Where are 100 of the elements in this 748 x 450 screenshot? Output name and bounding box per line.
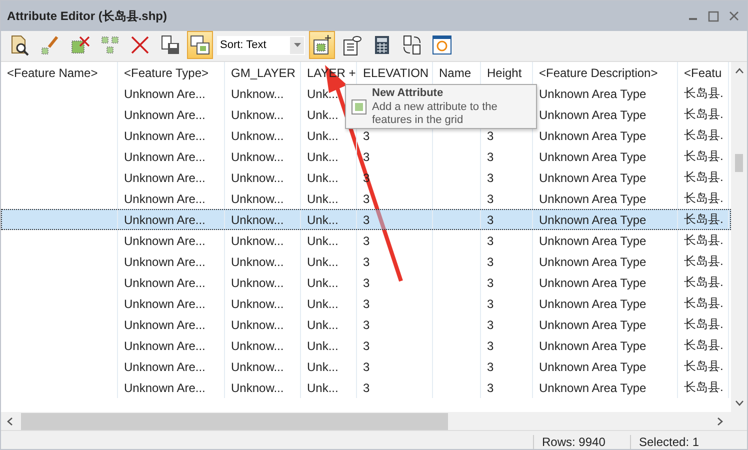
scroll-up-icon[interactable] (734, 68, 744, 74)
table-cell: Unk... (307, 254, 338, 268)
table-row[interactable]: Unknown Are... Unknow... Unk... 3 3 Unknown Area Type 长岛县. (1, 377, 731, 398)
scrollbar-thumb[interactable] (21, 412, 448, 430)
table-cell: Unknown Are... (124, 338, 206, 352)
table-cell: Unknown Are... (124, 254, 206, 268)
column-header[interactable]: ELEVATION (363, 66, 429, 80)
table-row[interactable]: Unknown Are... Unknow... Unk... 3 3 Unknown Area Type 长岛县. (1, 272, 731, 293)
maximize-icon[interactable] (708, 10, 719, 22)
column-header[interactable]: Height (487, 66, 522, 80)
save-icon (159, 34, 181, 56)
table-cell: Unknow... (231, 108, 284, 122)
table-cell: 3 (363, 276, 370, 290)
table-cell: Unknow... (231, 212, 284, 226)
table-row[interactable]: Unknown Are... Unknow... Unk... 3 3 Unknown Area Type 长岛县. (1, 251, 731, 272)
table-cell: Unknown Area Type (539, 276, 646, 290)
attribute-icon (351, 99, 367, 115)
new-attribute-button[interactable] (309, 31, 335, 59)
table-cell: Unk... (307, 318, 338, 332)
table-cell: Unknown Area Type (539, 234, 646, 248)
table-cell: 3 (363, 338, 370, 352)
table-row[interactable]: Unknown Are... Unknow... Unk... 3 3 Unknown Area Type 长岛县. (1, 230, 731, 251)
table-row[interactable]: Unknown Are... Unknow... Unk... 3 3 Unknown Area Type 长岛县. (1, 335, 731, 356)
table-cell: 3 (487, 296, 494, 310)
scroll-left-icon[interactable] (7, 416, 13, 426)
delete-feature-icon (69, 34, 91, 56)
table-row[interactable]: Unknown Are... Unknow... Unk... 3 3 Unknown Area Type 长岛县. (1, 146, 731, 167)
vertical-scrollbar[interactable] (731, 62, 747, 412)
column-header[interactable]: Name (439, 66, 472, 80)
column-header[interactable]: <Featu (684, 66, 722, 80)
table-row[interactable]: Unknown Are... Unknow... Unk... 3 3 Unknown Area Type 长岛县. (1, 293, 731, 314)
new-attribute-icon (311, 34, 333, 56)
table-row[interactable]: Unknown Are... Unknow... Unk... 3 3 Unknown Area Type 长岛县. (1, 188, 731, 209)
table-cell: 长岛县. (684, 127, 724, 144)
table-cell: 3 (363, 360, 370, 374)
table-cell: Unknow... (231, 318, 284, 332)
scroll-down-icon[interactable] (734, 400, 744, 406)
table-row[interactable]: Unknown Are... Unknow... Unk... 3 3 Unknown Area Type 长岛县. (1, 314, 731, 335)
table-cell: 3 (487, 170, 494, 184)
table-cell: 长岛县. (684, 211, 724, 228)
table-cell: Unk... (307, 170, 338, 184)
table-cell: 3 (487, 380, 494, 394)
table-cell: 3 (487, 128, 494, 142)
table-cell: Unk... (307, 212, 338, 226)
table-cell: 3 (363, 128, 370, 142)
table-cell: Unknow... (231, 150, 284, 164)
table-cell: Unknown Are... (124, 234, 206, 248)
table-cell: Unknown Are... (124, 380, 206, 394)
table-cell: Unknown Area Type (539, 150, 646, 164)
dropdown-arrow-icon[interactable] (294, 43, 300, 47)
table-cell: Unknown Area Type (539, 338, 646, 352)
table-cell: 长岛县. (684, 85, 724, 102)
table-cell: 长岛县. (684, 190, 724, 207)
sort-dropdown[interactable]: Sort: Text (217, 36, 305, 54)
table-cell: Unknow... (231, 338, 284, 352)
table-cell: Unknow... (231, 234, 284, 248)
column-header[interactable]: <Feature Name> (7, 66, 98, 80)
table-cell: Unknow... (231, 380, 284, 394)
layout-icon (189, 34, 211, 56)
table-cell: Unknown Are... (124, 212, 206, 226)
column-header[interactable]: GM_LAYER (231, 66, 296, 80)
table-cell: Unknow... (231, 254, 284, 268)
table-cell: Unknow... (231, 276, 284, 290)
table-cell: 3 (487, 150, 494, 164)
table-cell: 3 (363, 318, 370, 332)
table-cell: 3 (487, 360, 494, 374)
table-cell: Unk... (307, 128, 338, 142)
table-cell: Unknown Area Type (539, 108, 646, 122)
table-cell: Unknow... (231, 192, 284, 206)
table-cell: Unknown Area Type (539, 254, 646, 268)
table-cell: Unknown Area Type (539, 318, 646, 332)
scrollbar-thumb[interactable] (735, 154, 743, 172)
window-title: Attribute Editor (长岛县.shp) (7, 8, 167, 24)
table-cell: 长岛县. (684, 295, 724, 312)
edit-icon (39, 34, 61, 56)
convert-icon (401, 34, 423, 56)
table-cell: 3 (363, 380, 370, 394)
column-header[interactable]: <Feature Description> (539, 66, 658, 80)
table-row[interactable]: Unknown Are... Unknow... Unk... 3 3 Unknown Area Type 长岛县. (1, 209, 731, 230)
scroll-right-icon[interactable] (717, 416, 723, 426)
tooltip-title: New Attribute (372, 87, 444, 100)
table-cell: Unknown Are... (124, 128, 206, 142)
table-cell: 3 (363, 296, 370, 310)
table-cell: Unknown Area Type (539, 86, 646, 100)
close-icon[interactable] (729, 11, 739, 21)
table-cell: Unknown Area Type (539, 296, 646, 310)
table-cell: Unk... (307, 360, 338, 374)
column-header[interactable]: <Feature Type> (124, 66, 209, 80)
table-cell: Unk... (307, 192, 338, 206)
table-cell: Unknow... (231, 296, 284, 310)
table-cell: Unknown Are... (124, 86, 206, 100)
layout-button[interactable] (187, 31, 213, 59)
table-cell: Unknown Area Type (539, 192, 646, 206)
table-cell: Unknow... (231, 170, 284, 184)
table-cell: 长岛县. (684, 274, 724, 291)
table-cell: Unk... (307, 380, 338, 394)
table-row[interactable]: Unknown Are... Unknow... Unk... 3 3 Unknown Area Type 长岛县. (1, 356, 731, 377)
table-cell: Unknown Are... (124, 276, 206, 290)
view-icon (341, 34, 363, 56)
table-cell: Unknown Area Type (539, 212, 646, 226)
